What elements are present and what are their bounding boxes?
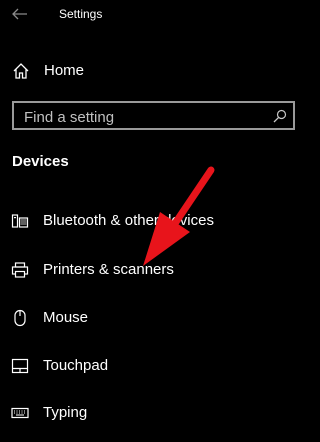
nav-item-label: Touchpad xyxy=(43,357,109,374)
touchpad-icon xyxy=(11,358,29,374)
printer-icon xyxy=(11,262,29,278)
nav-item-typing[interactable]: Typing xyxy=(0,397,311,429)
back-arrow-icon xyxy=(12,8,27,20)
title-bar: Settings xyxy=(0,0,311,30)
home-icon xyxy=(13,63,29,79)
section-heading: Devices xyxy=(12,153,69,170)
nav-item-bluetooth[interactable]: Bluetooth & other devices xyxy=(0,205,311,237)
back-button[interactable] xyxy=(8,4,32,24)
home-nav-item[interactable]: Home xyxy=(0,56,311,86)
nav-item-label: Mouse xyxy=(43,309,89,326)
nav-item-printers[interactable]: Printers & scanners xyxy=(0,254,311,286)
mouse-icon xyxy=(14,309,26,327)
nav-item-label: Printers & scanners xyxy=(43,261,174,278)
keyboard-icon xyxy=(11,407,29,419)
bluetooth-devices-icon xyxy=(11,214,29,228)
nav-item-label: Typing xyxy=(43,404,88,421)
nav-item-mouse[interactable]: Mouse xyxy=(0,302,311,334)
nav-item-label: Bluetooth & other devices xyxy=(43,212,214,229)
window-title: Settings xyxy=(59,7,103,21)
search-box[interactable] xyxy=(12,101,295,130)
settings-window: Settings Home Devices Bluetooth & other … xyxy=(0,0,311,442)
home-label: Home xyxy=(44,62,85,79)
search-input[interactable] xyxy=(24,108,264,126)
search-icon[interactable] xyxy=(273,109,287,123)
nav-item-touchpad[interactable]: Touchpad xyxy=(0,350,311,382)
